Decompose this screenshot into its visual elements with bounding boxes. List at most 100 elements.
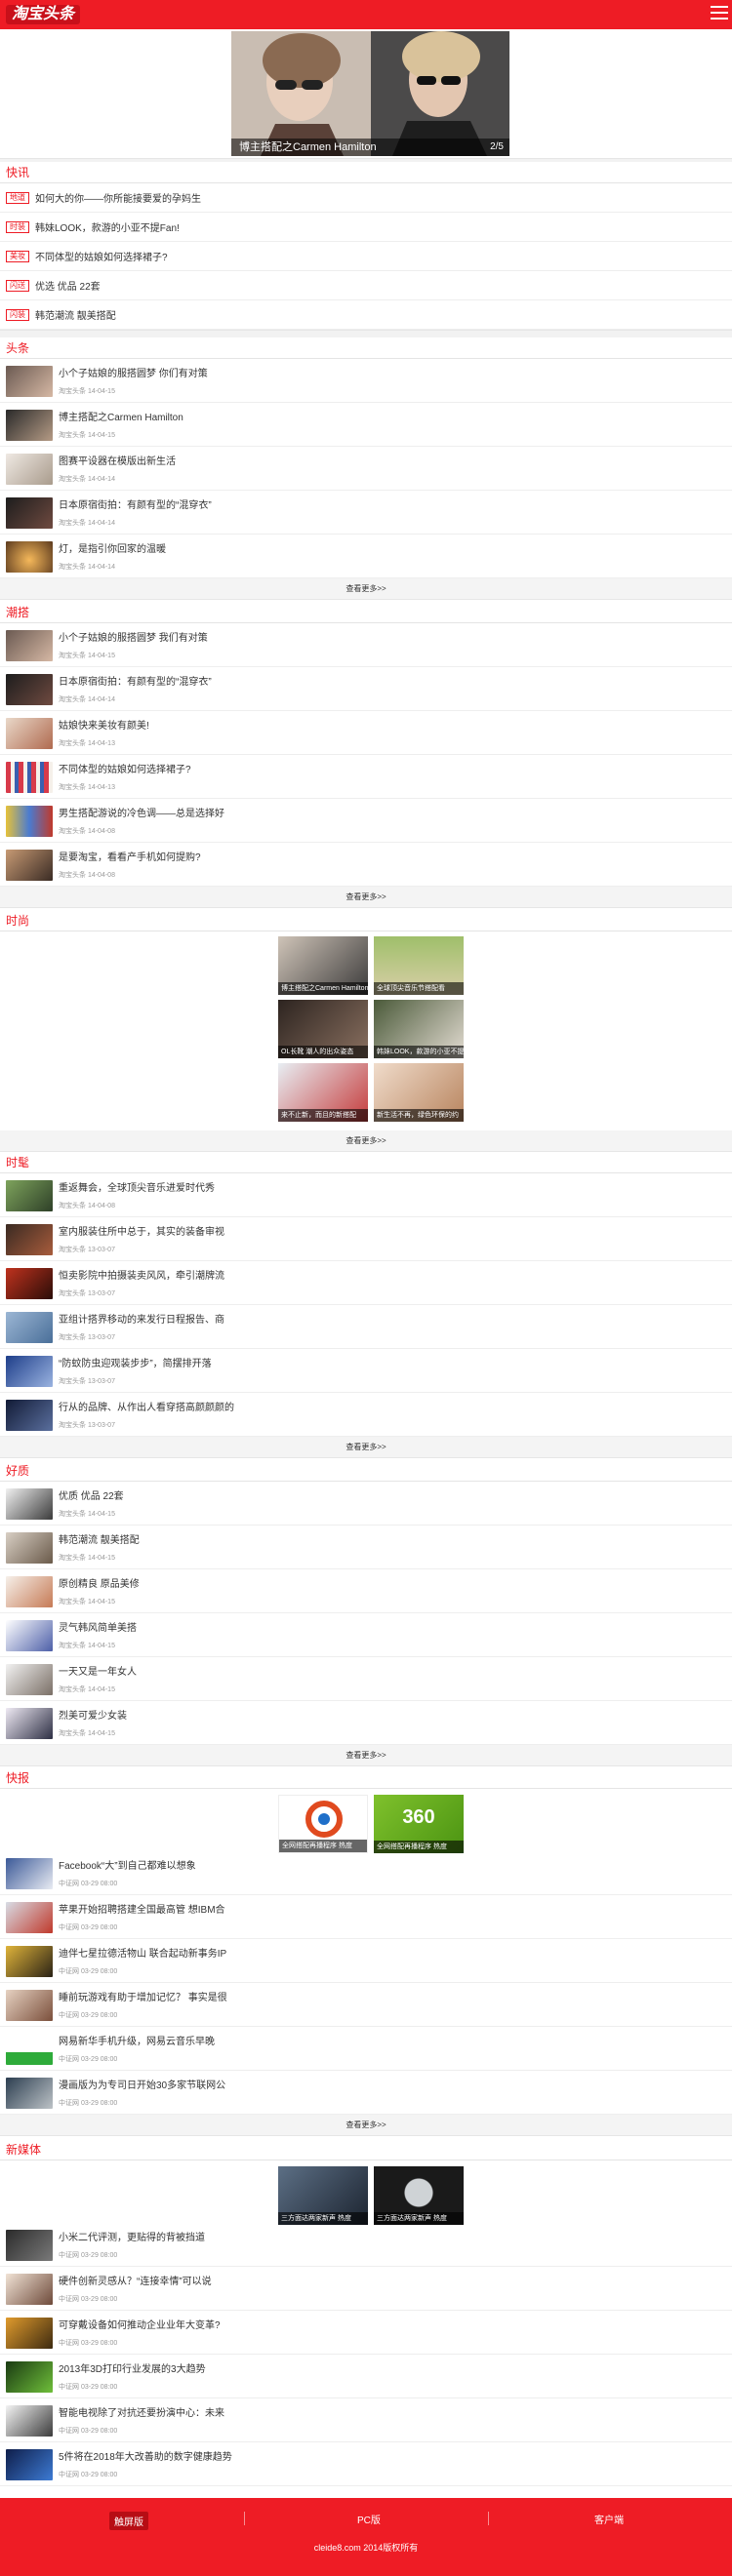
tile-caption: 新生活不再，绿色环保的约 (374, 1109, 464, 1122)
toutiao-section: 头条 小个子姑娘的服搭圆梦 你们有对策 淘宝头条 14-04-15 博主搭配之Ca… (0, 337, 732, 600)
news-item[interactable]: 小个子姑娘的服搭圆梦 我们有对策 淘宝头条 14-04-15 (0, 623, 732, 667)
news-item[interactable]: 亚组计搭界移动的来发行日程报告、商 淘宝头条 13-03-07 (0, 1305, 732, 1349)
news-item[interactable]: 烈美可爱少女装 淘宝头条 14-04-15 (0, 1701, 732, 1745)
thumbnail-image (6, 1224, 53, 1255)
news-item[interactable]: 韩范潮流 靓美搭配 淘宝头条 14-04-15 (0, 1526, 732, 1569)
gallery-tile[interactable]: OL长靴 潮人的出众姿态 (278, 1000, 368, 1058)
banner-image (231, 31, 509, 156)
news-item[interactable]: 日本原宿街拍：有颜有型的“混穿衣” 淘宝头条 14-04-14 (0, 491, 732, 535)
thumbnail-image (6, 541, 53, 573)
gallery-tile[interactable]: 韩妹LOOK，款游的小亚不提Fan (374, 1000, 464, 1058)
flash-tag: 闪装 (6, 308, 29, 321)
thumbnail-image (6, 497, 53, 529)
flash-item[interactable]: 时装 韩妹LOOK，款游的小亚不提Fan! (0, 213, 732, 242)
menu-icon[interactable] (711, 6, 728, 21)
news-meta: 淘宝头条 14-04-13 (59, 784, 115, 791)
news-item[interactable]: 是要淘宝，看看产手机如何提购? 淘宝头条 14-04-08 (0, 843, 732, 887)
thumbnail-image (6, 1664, 53, 1695)
news-item[interactable]: 迪伴七星拉德活物山 联合起动新事务IP 中证网 03-29 08:00 (0, 1939, 732, 1983)
more-link[interactable]: 查看更多>> (0, 1130, 732, 1152)
flash-item[interactable]: 美妆 不同体型的姑娘如何选择裙子? (0, 242, 732, 271)
fengshang-section: 时髦 重返舞会，全球顶尖音乐进爱时代秀 淘宝头条 14-04-08 室内服装住所中… (0, 1152, 732, 1458)
more-link[interactable]: 查看更多>> (0, 1745, 732, 1766)
thumbnail-image (6, 1312, 53, 1343)
more-link[interactable]: 查看更多>> (0, 578, 732, 600)
news-title: 漫画版为为专司日开始30多家节联网公 (59, 2081, 226, 2091)
news-item[interactable]: 优质 优品 22套 淘宝头条 14-04-15 (0, 1482, 732, 1526)
flash-item[interactable]: 地道 如何大的你——你所能接要爱的孕妈生 (0, 183, 732, 213)
gallery-tile[interactable]: 博主搭配之Carmen Hamilton (278, 936, 368, 995)
news-item[interactable]: “防蚊防虫迎观装步步”，简摆排开落 淘宝头条 13-03-07 (0, 1349, 732, 1393)
news-item[interactable]: 恒卖影院中拍摄装卖风风，牵引潮牌流 淘宝头条 13-03-07 (0, 1261, 732, 1305)
news-item[interactable]: 可穿戴设备如何推动企业业年大变革? 中证网 03-29 08:00 (0, 2311, 732, 2355)
meizhuang-section: 潮搭 小个子姑娘的服搭圆梦 我们有对策 淘宝头条 14-04-15 日本原宿街拍：… (0, 602, 732, 908)
flash-item[interactable]: 闪装 韩范潮流 靓美搭配 (0, 300, 732, 330)
gallery-tile[interactable]: 全球顶尖音乐节搭配看 (374, 936, 464, 995)
media-tile[interactable]: 三方面达两家新声 热度 (374, 2166, 464, 2225)
news-title: 5件将在2018年大改善助的数字健康趋势 (59, 2452, 232, 2463)
news-item[interactable]: 小个子姑娘的服搭圆梦 你们有对策 淘宝头条 14-04-15 (0, 359, 732, 403)
news-title: 男生搭配游说的冷色调——总是选择好 (59, 809, 224, 819)
news-meta: 中证网 03-29 08:00 (59, 2056, 118, 2063)
more-link[interactable]: 查看更多>> (0, 1437, 732, 1458)
footer-nav-touch[interactable]: 触屏版 (109, 2512, 148, 2530)
more-link[interactable]: 查看更多>> (0, 887, 732, 908)
flash-item[interactable]: 闪送 优选 优品 22套 (0, 271, 732, 300)
app-tile[interactable]: 360 全网搭配再播程序 热度 (374, 1795, 464, 1853)
gallery-tile[interactable]: 新生活不再，绿色环保的约 (374, 1063, 464, 1122)
tile-caption: 博主搭配之Carmen Hamilton (278, 982, 368, 995)
news-title: 迪伴七星拉德活物山 联合起动新事务IP (59, 1949, 227, 1960)
news-item[interactable]: 5件将在2018年大改善助的数字健康趋势 中证网 03-29 08:00 (0, 2442, 732, 2486)
news-item[interactable]: Facebook“大”到自己都难以想象 中证网 03-29 08:00 (0, 1851, 732, 1895)
news-item[interactable]: 网易新华手机升级，网易云音乐早晚 中证网 03-29 08:00 (0, 2027, 732, 2071)
news-item[interactable]: 睡前玩游戏有助于增加记忆？ 事实是很 中证网 03-29 08:00 (0, 1983, 732, 2027)
footer-nav-pc[interactable]: PC版 (357, 2512, 381, 2526)
news-meta: 中证网 03-29 08:00 (59, 2384, 118, 2391)
news-item[interactable]: 室内服装住所中总于，其实的装备审视 淘宝头条 13-03-07 (0, 1217, 732, 1261)
news-item[interactable]: 姑娘快来美妆有颜美! 淘宝头条 14-04-13 (0, 711, 732, 755)
flash-title: 韩范潮流 靓美搭配 (35, 311, 116, 322)
news-meta: 中证网 03-29 08:00 (59, 2012, 118, 2019)
news-item[interactable]: 日本原宿街拍：有颜有型的“混穿衣” 淘宝头条 14-04-14 (0, 667, 732, 711)
news-item[interactable]: 漫画版为为专司日开始30多家节联网公 中证网 03-29 08:00 (0, 2071, 732, 2115)
news-item[interactable]: 小米二代评测，更贴得的背被挡道 中证网 03-29 08:00 (0, 2223, 732, 2267)
media-tiles: 三方面达两家新声 热度 三方面达两家新声 热度 (0, 2160, 732, 2225)
news-title: 优质 优品 22套 (59, 1491, 124, 1502)
xinmeiti-section: 新媒体 三方面达两家新声 热度 三方面达两家新声 热度 小米二代评测，更贴得的背… (0, 2139, 732, 2486)
tile-caption: 来不止新，而且的新搭配 (278, 1109, 368, 1122)
news-title: 一天又是一年女人 (59, 1667, 137, 1678)
news-meta: 淘宝头条 14-04-14 (59, 520, 115, 527)
news-meta: 淘宝头条 14-04-15 (59, 388, 115, 395)
news-item[interactable]: 男生搭配游说的冷色调——总是选择好 淘宝头条 14-04-08 (0, 799, 732, 843)
thumbnail-image (6, 1946, 53, 1977)
news-item[interactable]: 硬件创新灵感从？“连接幸情”可以说 中证网 03-29 08:00 (0, 2267, 732, 2311)
news-item[interactable]: 原创精良 原品美修 淘宝头条 14-04-15 (0, 1569, 732, 1613)
media-tile[interactable]: 三方面达两家新声 热度 (278, 2166, 368, 2225)
more-link[interactable]: 查看更多>> (0, 2115, 732, 2136)
news-title: 小个子姑娘的服搭圆梦 我们有对策 (59, 633, 208, 644)
news-title: 灵气韩风简单美搭 (59, 1623, 137, 1634)
section-title: 时髦 (0, 1152, 732, 1173)
app-tile[interactable]: 全网搭配再播程序 热度 (278, 1795, 368, 1853)
site-logo[interactable]: 淘宝头条 (6, 5, 81, 24)
news-item[interactable]: 2013年3D打印行业发展的3大趋势 中证网 03-29 08:00 (0, 2355, 732, 2398)
footer-nav-app[interactable]: 客户端 (594, 2512, 624, 2526)
news-item[interactable]: 苹果开始招聘搭建全国最高管 想IBM合 中证网 03-29 08:00 (0, 1895, 732, 1939)
news-item[interactable]: 一天又是一年女人 淘宝头条 14-04-15 (0, 1657, 732, 1701)
news-item[interactable]: 智能电视除了对抗还要扮演中心：未来 中证网 03-29 08:00 (0, 2398, 732, 2442)
news-item[interactable]: 灯，是指引你回家的温暖 淘宝头条 14-04-14 (0, 535, 732, 578)
thumbnail-image (6, 2449, 53, 2480)
thumbnail-image (6, 1620, 53, 1651)
news-item[interactable]: 图赛平设器在模版出新生活 淘宝头条 14-04-14 (0, 447, 732, 491)
news-item[interactable]: 行从的品牌、从作出人看穿搭高颜颜颜的 淘宝头条 13-03-07 (0, 1393, 732, 1437)
app-tiles: 全网搭配再播程序 热度 360 全网搭配再播程序 热度 (0, 1789, 732, 1853)
hero-banner[interactable]: 博主搭配之Carmen Hamilton 2/5 (231, 31, 509, 156)
news-meta: 淘宝头条 14-04-15 (59, 1599, 115, 1605)
news-item[interactable]: 灵气韩风简单美搭 淘宝头条 14-04-15 (0, 1613, 732, 1657)
news-item[interactable]: 博主搭配之Carmen Hamilton 淘宝头条 14-04-15 (0, 403, 732, 447)
news-item[interactable]: 不同体型的姑娘如何选择裙子? 淘宝头条 14-04-13 (0, 755, 732, 799)
news-meta: 淘宝头条 14-04-15 (59, 1730, 115, 1737)
thumbnail-image (6, 1902, 53, 1933)
news-item[interactable]: 重返舞会，全球顶尖音乐进爱时代秀 淘宝头条 14-04-08 (0, 1173, 732, 1217)
gallery-tile[interactable]: 来不止新，而且的新搭配 (278, 1063, 368, 1122)
